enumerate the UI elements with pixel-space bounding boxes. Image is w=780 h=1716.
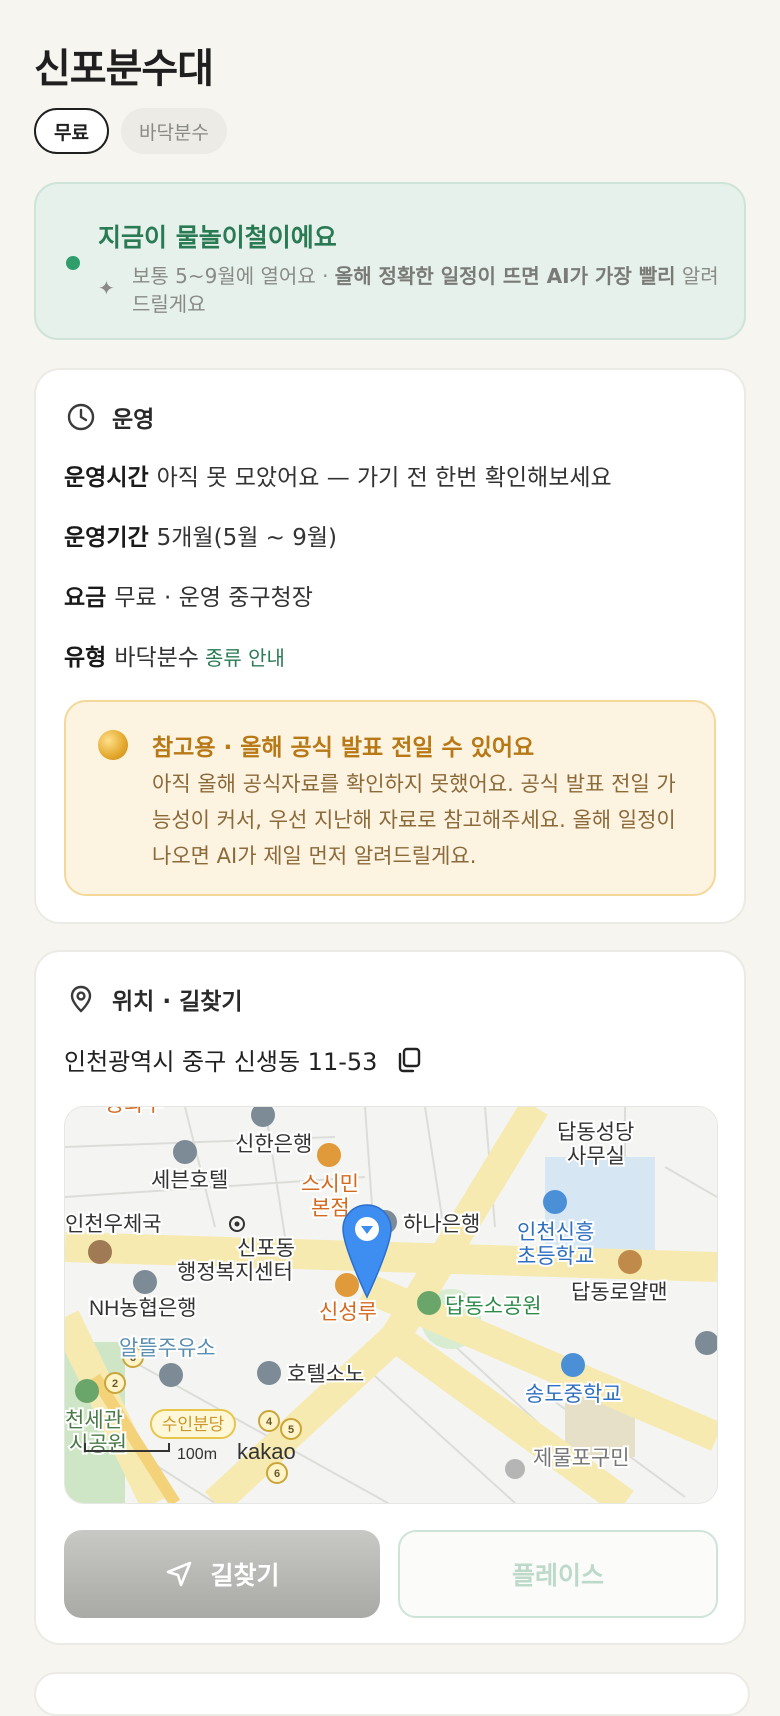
map-label: 호텔소노 [287, 1363, 364, 1386]
sparkle-icon: ✦ [98, 276, 115, 300]
info-value: 아직 못 모았어요 — 가기 전 한번 확인해보세요 [156, 465, 612, 491]
map-label: 초등학교 [517, 1245, 594, 1268]
map-label: 답동소공원 [445, 1295, 542, 1318]
directions-button[interactable]: 길찾기 [64, 1530, 380, 1618]
reference-notice: 참고용 · 올해 공식 발표 전일 수 있어요 아직 올해 공식자료를 확인하지… [64, 700, 716, 896]
map-station-number: 5 [288, 1424, 294, 1436]
copy-icon[interactable] [395, 1046, 423, 1074]
status-dot-icon [66, 256, 80, 270]
info-row-hours: 운영시간 아직 못 모았어요 — 가기 전 한번 확인해보세요 [64, 458, 612, 492]
operation-header: 운영 [66, 400, 154, 434]
clock-icon [67, 403, 95, 431]
map-label: 본점 [311, 1197, 350, 1220]
map-label: 신한은행 [235, 1133, 312, 1156]
location-section-label: 위치 · 길찾기 [112, 989, 243, 1015]
season-subtext: 보통 5~9월에 열어요 · 올해 정확한 일정이 뜨면 AI가 가장 빨리 알… [132, 262, 722, 318]
map-label: 공화루 [105, 1107, 163, 1116]
info-key: 운영기간 [64, 525, 149, 551]
map-label: 하나은행 [403, 1213, 480, 1236]
subway-label: 수인분당 [162, 1415, 225, 1434]
map-scale-label: 100m [177, 1446, 217, 1463]
operation-section-label: 운영 [112, 407, 155, 433]
page: 신포분수대 무료 바닥분수 지금이 물놀이철이에요 ✦ 보통 5~9월에 열어요… [0, 0, 780, 1716]
map-label: 천세관 [65, 1409, 123, 1432]
navigation-arrow-icon [167, 1561, 192, 1587]
place-label: 플레이스 [511, 1561, 604, 1590]
page-title: 신포분수대 [34, 46, 214, 92]
map-label: 송도중학교 [525, 1383, 622, 1406]
directions-label: 길찾기 [210, 1561, 280, 1590]
map-label: 인천신흥 [517, 1221, 594, 1244]
place-button[interactable]: 플레이스 [398, 1530, 718, 1618]
info-key: 운영시간 [64, 465, 149, 491]
map-station-number: 4 [266, 1416, 273, 1428]
tag-chips: 무료 바닥분수 [34, 108, 227, 154]
location-card: 위치 · 길찾기 인천광역시 중구 신생동 11-53 3 2 4 5 6 신한… [34, 950, 746, 1645]
map-label: NH농협은행 [89, 1297, 197, 1320]
notice-body: 아직 올해 공식자료를 확인하지 못했어요. 공식 발표 전일 가능성이 커서,… [152, 772, 676, 868]
map-brand-label: kakao [237, 1439, 296, 1464]
map-label: 인천우체국 [65, 1213, 162, 1236]
info-key: 요금 [64, 585, 107, 611]
location-pin-icon [70, 985, 92, 1013]
map-label: 시공원 [69, 1433, 127, 1456]
map-label: 사무실 [567, 1145, 625, 1168]
map-label: 답동성당 [557, 1121, 634, 1144]
location-header: 위치 · 길찾기 [66, 982, 243, 1016]
map-label: 답동로얄맨 [571, 1281, 668, 1304]
map-station-number: 6 [274, 1468, 280, 1480]
season-sub-bold: 올해 정확한 일정이 뜨면 AI가 가장 빨리 [334, 264, 676, 288]
info-row-type: 유형 바닥분수 종류 안내 [64, 638, 285, 672]
map-canvas[interactable]: 3 2 4 5 6 공화루 신한은행 세븐호텔 스시민 본점 [65, 1107, 717, 1503]
info-row-period: 운영기간 5개월(5월 ~ 9월) [64, 518, 337, 552]
info-value: 바닥분수 [114, 645, 199, 671]
map-label: 알뜰주유소 [119, 1337, 216, 1360]
map-label: 스시민 [301, 1173, 359, 1196]
address-row: 인천광역시 중구 신생동 11-53 [64, 1042, 423, 1077]
address-text: 인천광역시 중구 신생동 11-53 [64, 1048, 378, 1076]
chip-floor-fountain[interactable]: 바닥분수 [120, 108, 227, 154]
chip-free[interactable]: 무료 [34, 108, 109, 154]
map-station-number: 2 [112, 1378, 118, 1390]
info-key: 유형 [64, 645, 107, 671]
info-value: 5개월(5월 ~ 9월) [156, 525, 338, 551]
operation-card: 운영 운영시간 아직 못 모았어요 — 가기 전 한번 확인해보세요 운영기간 5개… [34, 368, 746, 924]
map-label: 제물포구민 [533, 1447, 630, 1470]
type-guide-link[interactable]: 종류 안내 [205, 646, 285, 670]
season-headline: 지금이 물놀이철이에요 [98, 223, 337, 252]
map-label: 행정복지센터 [177, 1261, 293, 1284]
notice-headline: 참고용 · 올해 공식 발표 전일 수 있어요 [152, 735, 535, 761]
season-sub-prefix: 보통 5~9월에 열어요 · [132, 264, 335, 288]
map-label: 세븐호텔 [151, 1169, 228, 1192]
map-view[interactable]: 3 2 4 5 6 공화루 신한은행 세븐호텔 스시민 본점 [64, 1106, 718, 1504]
info-value: 무료 · 운영 중구청장 [114, 585, 313, 611]
map-label: 신포동 [237, 1237, 295, 1260]
season-banner: 지금이 물놀이철이에요 ✦ 보통 5~9월에 열어요 · 올해 정확한 일정이 … [34, 182, 746, 340]
info-row-fee: 요금 무료 · 운영 중구청장 [64, 578, 313, 612]
next-card-edge [34, 1672, 750, 1716]
coin-icon [98, 730, 128, 760]
map-label: 신성루 [319, 1301, 377, 1324]
